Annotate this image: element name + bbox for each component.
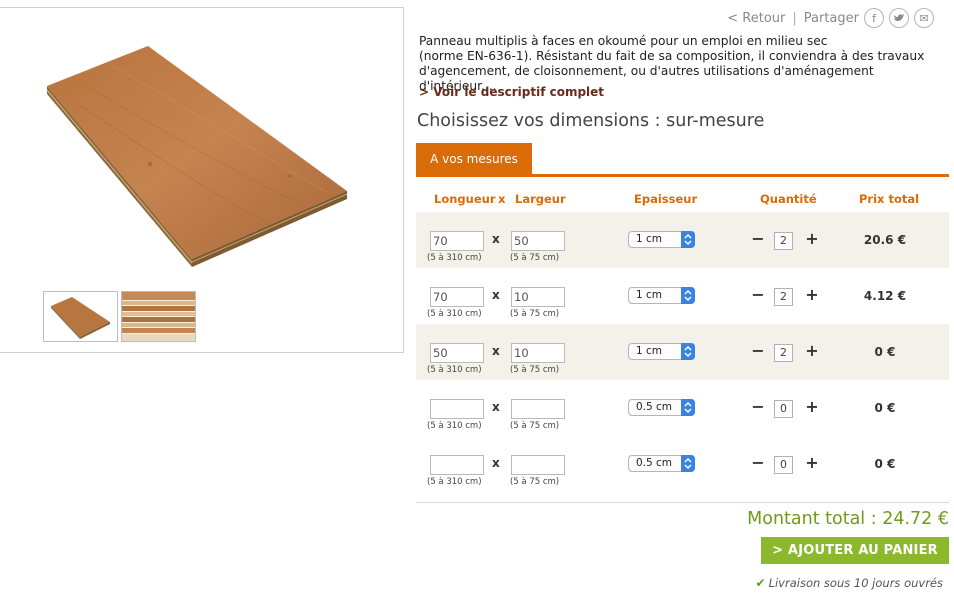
width-input[interactable] — [511, 399, 565, 419]
thickness-value: 0.5 cm — [636, 401, 673, 413]
table-row: x (5 à 310 cm) (5 à 75 cm) 1 cm − 2 + 4.… — [416, 268, 949, 324]
width-hint: (5 à 75 cm) — [510, 309, 560, 319]
length-hint: (5 à 310 cm) — [427, 365, 482, 375]
increase-quantity-button[interactable]: + — [803, 454, 821, 472]
width-input[interactable] — [511, 455, 565, 475]
thickness-value: 1 cm — [636, 345, 663, 357]
table-row: x (5 à 310 cm) (5 à 75 cm) 0.5 cm − 0 + … — [416, 436, 949, 492]
thickness-value: 0.5 cm — [636, 457, 673, 469]
share-bar: < Retour | Partager f ✉ — [727, 7, 934, 29]
total-amount: Montant total : 24.72 € — [747, 509, 949, 529]
add-to-cart-button[interactable]: > AJOUTER AU PANIER — [761, 537, 949, 564]
quantity-value[interactable]: 2 — [774, 232, 793, 250]
increase-quantity-button[interactable]: + — [803, 230, 821, 248]
quantity-value[interactable]: 0 — [774, 456, 793, 474]
back-link[interactable]: < Retour — [727, 11, 785, 26]
width-input[interactable] — [511, 287, 565, 307]
facebook-icon[interactable]: f — [864, 8, 884, 28]
width-input[interactable] — [511, 343, 565, 363]
dimensions-title: Choisissez vos dimensions : sur-mesure — [417, 111, 765, 131]
width-hint: (5 à 75 cm) — [510, 421, 560, 431]
times-sign: x — [492, 232, 500, 246]
decrease-quantity-button[interactable]: − — [749, 398, 767, 416]
table-header: Longueur x Largeur Epaisseur Quantité Pr… — [416, 192, 949, 208]
row-price: 20.6 € — [863, 233, 907, 247]
delivery-text: Livraison sous 10 jours ouvrés — [768, 576, 943, 590]
quantity-value[interactable]: 0 — [774, 400, 793, 418]
table-row: x (5 à 310 cm) (5 à 75 cm) 1 cm − 2 + 0 … — [416, 324, 949, 380]
share-label: Partager — [803, 10, 859, 26]
plywood-panel-image — [46, 46, 348, 267]
row-price: 4.12 € — [863, 289, 907, 303]
thickness-value: 1 cm — [636, 289, 663, 301]
length-hint: (5 à 310 cm) — [427, 477, 482, 487]
product-image-panel — [0, 7, 404, 353]
width-input[interactable] — [511, 231, 565, 251]
times-sign: x — [492, 344, 500, 358]
full-description-link[interactable]: > Voir le descriptif complet — [419, 85, 604, 99]
length-hint: (5 à 310 cm) — [427, 253, 482, 263]
twitter-icon[interactable] — [889, 8, 909, 28]
table-divider — [416, 502, 949, 503]
header-total: Prix total — [859, 192, 920, 206]
times-sign: x — [492, 400, 500, 414]
times-sign: x — [492, 288, 500, 302]
chevron-updown-icon — [681, 399, 695, 416]
description-line: Panneau multiplis à faces en okoumé pour… — [419, 34, 828, 48]
thickness-select[interactable]: 1 cm — [628, 287, 695, 304]
decrease-quantity-button[interactable]: − — [749, 454, 767, 472]
length-input[interactable] — [430, 455, 484, 475]
length-input[interactable] — [430, 343, 484, 363]
chevron-updown-icon — [681, 455, 695, 472]
check-icon: ✔ — [755, 576, 766, 590]
length-input[interactable] — [430, 287, 484, 307]
thumbnail-panel-edge[interactable] — [121, 291, 196, 342]
table-row: x (5 à 310 cm) (5 à 75 cm) 0.5 cm − 0 + … — [416, 380, 949, 436]
quantity-value[interactable]: 2 — [774, 288, 793, 306]
chevron-updown-icon — [681, 343, 695, 360]
thickness-select[interactable]: 0.5 cm — [628, 455, 695, 472]
increase-quantity-button[interactable]: + — [803, 398, 821, 416]
length-hint: (5 à 310 cm) — [427, 421, 482, 431]
increase-quantity-button[interactable]: + — [803, 342, 821, 360]
tab-custom-sizes[interactable]: A vos mesures — [416, 143, 532, 174]
width-hint: (5 à 75 cm) — [510, 253, 560, 263]
header-width: Largeur — [515, 192, 566, 206]
row-price: 0 € — [874, 401, 896, 415]
row-price: 0 € — [874, 345, 896, 359]
thumbnail-panel-top[interactable] — [43, 291, 118, 342]
thickness-select[interactable]: 0.5 cm — [628, 399, 695, 416]
share-separator: | — [792, 10, 797, 26]
increase-quantity-button[interactable]: + — [803, 286, 821, 304]
width-hint: (5 à 75 cm) — [510, 365, 560, 375]
decrease-quantity-button[interactable]: − — [749, 230, 767, 248]
decrease-quantity-button[interactable]: − — [749, 342, 767, 360]
length-input[interactable] — [430, 399, 484, 419]
thickness-value: 1 cm — [636, 233, 663, 245]
header-length: Longueur — [434, 192, 496, 206]
quantity-value[interactable]: 2 — [774, 344, 793, 362]
decrease-quantity-button[interactable]: − — [749, 286, 767, 304]
delivery-info: ✔ Livraison sous 10 jours ouvrés — [756, 576, 943, 590]
description-line: (norme EN-636-1). Résistant du fait de s… — [419, 49, 925, 63]
table-row: x (5 à 310 cm) (5 à 75 cm) 1 cm − 2 + 20… — [416, 212, 949, 268]
thickness-select[interactable]: 1 cm — [628, 231, 695, 248]
tab-underline — [416, 174, 949, 177]
thickness-select[interactable]: 1 cm — [628, 343, 695, 360]
header-x: x — [498, 192, 506, 206]
chevron-updown-icon — [681, 231, 695, 248]
width-hint: (5 à 75 cm) — [510, 477, 560, 487]
length-input[interactable] — [430, 231, 484, 251]
length-hint: (5 à 310 cm) — [427, 309, 482, 319]
times-sign: x — [492, 456, 500, 470]
header-quantity: Quantité — [760, 192, 817, 206]
row-price: 0 € — [874, 457, 896, 471]
header-thickness: Epaisseur — [634, 192, 698, 206]
email-icon[interactable]: ✉ — [914, 8, 934, 28]
chevron-updown-icon — [681, 287, 695, 304]
